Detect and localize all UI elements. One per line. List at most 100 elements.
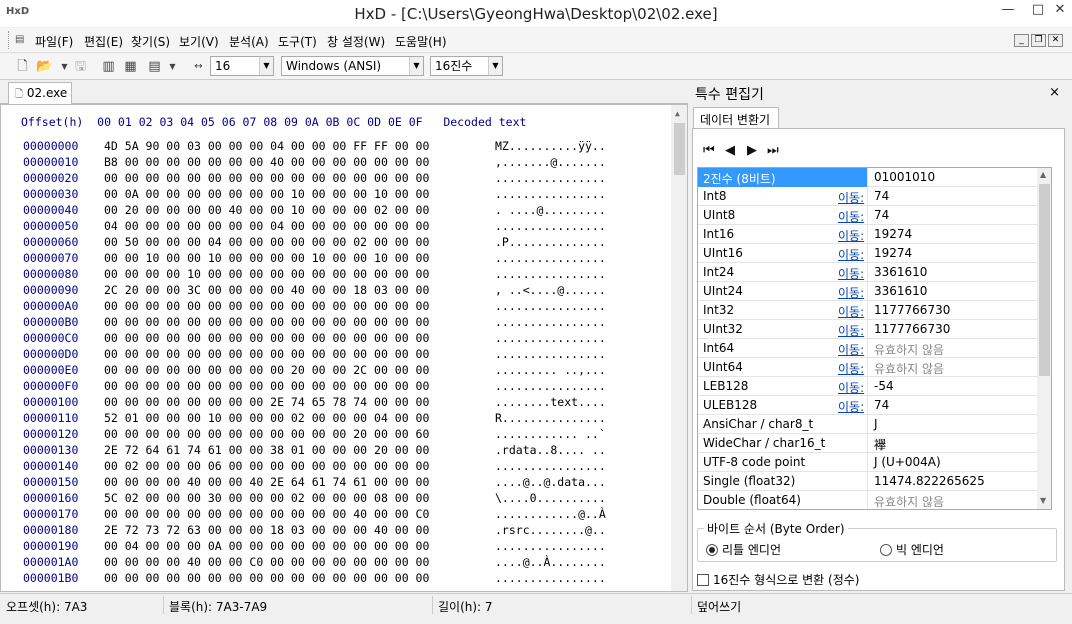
hex-bytes[interactable]: 00 00 00 00 00 00 00 00 00 20 00 00 2C 0…	[104, 363, 429, 377]
hex-bytes[interactable]: 2C 20 00 00 3C 00 00 00 00 40 00 00 18 0…	[104, 283, 429, 297]
inspector-row[interactable]: Int64 이동: 유효하지 않음	[698, 339, 1037, 358]
goto-link[interactable]: 이동:	[838, 379, 864, 396]
hex-bytes[interactable]: 00 50 00 00 00 04 00 00 00 00 00 00 02 0…	[104, 235, 429, 249]
hex-bytes[interactable]: 00 00 00 00 40 00 00 40 2E 64 61 74 61 0…	[104, 475, 429, 489]
hex-bytes[interactable]: 00 00 00 00 00 00 00 00 00 00 00 00 00 0…	[104, 299, 429, 313]
inspector-value[interactable]: 1177766730	[874, 303, 950, 317]
inspector-value[interactable]: J	[874, 417, 878, 431]
bytes-per-row-select[interactable]: 16 ▼	[210, 56, 274, 76]
goto-link[interactable]: 이동:	[838, 284, 864, 301]
hex-row[interactable]: 00000110 52 01 00 00 00 10 00 00 00 02 00…	[1, 411, 671, 427]
inspector-row[interactable]: UInt16 이동: 19274	[698, 244, 1037, 263]
hex-bytes[interactable]: 00 00 00 00 00 00 00 00 00 00 00 00 00 0…	[104, 379, 429, 393]
tab-data-inspector[interactable]: 데이터 변환기	[693, 107, 779, 129]
decoded-text[interactable]: ................	[495, 315, 606, 329]
hex-bytes[interactable]: 00 04 00 00 00 0A 00 00 00 00 00 00 00 0…	[104, 539, 429, 553]
hex-row[interactable]: 00000070 00 00 10 00 00 10 00 00 00 00 10…	[1, 251, 671, 267]
menu-edit[interactable]: 편집(E)	[84, 33, 123, 50]
inspector-value[interactable]: 19274	[874, 246, 912, 260]
inspector-row[interactable]: ULEB128 이동: 74	[698, 396, 1037, 415]
hex-bytes[interactable]: 00 20 00 00 00 00 40 00 00 10 00 00 00 0…	[104, 203, 429, 217]
hex-row[interactable]: 00000150 00 00 00 00 40 00 00 40 2E 64 61…	[1, 475, 671, 491]
hex-bytes[interactable]: 00 00 00 00 00 00 00 00 00 00 00 00 00 0…	[104, 331, 429, 345]
inspector-scrollbar[interactable]: ▲ ▼	[1037, 168, 1051, 509]
hex-row[interactable]: 00000140 00 02 00 00 00 06 00 00 00 00 00…	[1, 459, 671, 475]
hex-row[interactable]: 00000180 2E 72 73 72 63 00 00 00 18 03 00…	[1, 523, 671, 539]
mdi-close-button[interactable]: ✕	[1048, 34, 1063, 47]
decoded-text[interactable]: ................	[495, 251, 606, 265]
hex-row[interactable]: 00000010 B8 00 00 00 00 00 00 00 40 00 00…	[1, 155, 671, 171]
inspector-value[interactable]: 19274	[874, 227, 912, 241]
save-icon[interactable]: 🖫	[72, 58, 89, 75]
goto-link[interactable]: 이동:	[838, 303, 864, 320]
decoded-text[interactable]: .P..............	[495, 235, 606, 249]
hex-row[interactable]: 000000B0 00 00 00 00 00 00 00 00 00 00 00…	[1, 315, 671, 331]
goto-link[interactable]: 이동:	[838, 341, 864, 358]
hex-bytes[interactable]: 00 0A 00 00 00 00 00 00 00 10 00 00 00 1…	[104, 187, 429, 201]
minimize-button[interactable]: —	[993, 0, 1023, 21]
decoded-text[interactable]: ................	[495, 347, 606, 361]
chevron-down-icon[interactable]: ▼	[259, 57, 273, 75]
hex-row[interactable]: 000000D0 00 00 00 00 00 00 00 00 00 00 00…	[1, 347, 671, 363]
menu-grip[interactable]	[8, 31, 11, 49]
export-dropdown-icon[interactable]: ▼	[164, 58, 181, 75]
inspector-value[interactable]: 11474.822265625	[874, 474, 985, 488]
decoded-text[interactable]: ................	[495, 219, 606, 233]
inspector-value[interactable]: 유효하지 않음	[874, 341, 944, 358]
memory-icon[interactable]: ▦	[122, 58, 139, 75]
decoded-text[interactable]: ....@..@.data...	[495, 475, 606, 489]
hex-bytes[interactable]: 2E 72 73 72 63 00 00 00 18 03 00 00 00 4…	[104, 523, 429, 537]
decoded-text[interactable]: ................	[495, 171, 606, 185]
hex-row[interactable]: 00000170 00 00 00 00 00 00 00 00 00 00 00…	[1, 507, 671, 523]
decoded-text[interactable]: ................	[495, 331, 606, 345]
chevron-down-icon[interactable]: ▼	[409, 57, 423, 75]
decoded-text[interactable]: ................	[495, 379, 606, 393]
hex-bytes[interactable]: 4D 5A 90 00 03 00 00 00 04 00 00 00 FF F…	[104, 139, 429, 153]
inspector-row[interactable]: UInt8 이동: 74	[698, 206, 1037, 225]
mdi-restore-button[interactable]: ❐	[1031, 34, 1046, 47]
decoded-text[interactable]: .rdata..8.... ..	[495, 443, 606, 457]
hex-row[interactable]: 000001A0 00 00 00 00 40 00 00 C0 00 00 00…	[1, 555, 671, 571]
decoded-text[interactable]: . ....@.........	[495, 203, 606, 217]
disk-icon[interactable]: ▥	[100, 58, 117, 75]
hex-scrollbar[interactable]: ▲	[671, 105, 687, 591]
scroll-up-icon[interactable]: ▲	[675, 109, 680, 118]
decoded-text[interactable]: ................	[495, 459, 606, 473]
hex-row[interactable]: 000000E0 00 00 00 00 00 00 00 00 00 20 00…	[1, 363, 671, 379]
goto-link[interactable]: 이동:	[838, 189, 864, 206]
hex-row[interactable]: 000000F0 00 00 00 00 00 00 00 00 00 00 00…	[1, 379, 671, 395]
goto-link[interactable]: 이동:	[838, 265, 864, 282]
decoded-text[interactable]: ........text....	[495, 395, 606, 409]
inspector-row[interactable]: Double (float64) 유효하지 않음	[698, 491, 1037, 509]
hex-bytes[interactable]: 00 00 00 00 10 00 00 00 00 00 00 00 00 0…	[104, 267, 429, 281]
open-dropdown-icon[interactable]: ▼	[56, 58, 73, 75]
decoded-text[interactable]: \....0..........	[495, 491, 606, 505]
hex-bytes[interactable]: 00 00 00 00 00 00 00 00 00 00 00 00 00 0…	[104, 347, 429, 361]
mdi-minimize-button[interactable]: _	[1014, 34, 1029, 47]
hex-bytes[interactable]: 00 00 00 00 00 00 00 00 00 00 00 00 00 0…	[104, 171, 429, 185]
hex-row[interactable]: 000001B0 00 00 00 00 00 00 00 00 00 00 00…	[1, 571, 671, 587]
menu-help[interactable]: 도움말(H)	[395, 33, 447, 50]
inspector-row[interactable]: UTF-8 code point J (U+004A)	[698, 453, 1037, 472]
menu-tools[interactable]: 도구(T)	[278, 33, 317, 50]
menu-view[interactable]: 보기(V)	[179, 33, 219, 50]
inspector-value[interactable]: J (U+004A)	[874, 455, 941, 469]
decoded-text[interactable]: ................	[495, 187, 606, 201]
hex-row[interactable]: 00000080 00 00 00 00 10 00 00 00 00 00 00…	[1, 267, 671, 283]
hex-bytes[interactable]: 2E 72 64 61 74 61 00 00 38 01 00 00 00 2…	[104, 443, 429, 457]
hex-row[interactable]: 00000050 04 00 00 00 00 00 00 00 04 00 00…	[1, 219, 671, 235]
hex-row[interactable]: 00000060 00 50 00 00 00 04 00 00 00 00 00…	[1, 235, 671, 251]
inspector-row[interactable]: UInt24 이동: 3361610	[698, 282, 1037, 301]
hex-row[interactable]: 00000160 5C 02 00 00 00 30 00 00 00 02 00…	[1, 491, 671, 507]
decoded-text[interactable]: ................	[495, 571, 606, 585]
mdi-doc-icon[interactable]: ▤	[15, 34, 24, 45]
inspector-row[interactable]: LEB128 이동: -54	[698, 377, 1037, 396]
goto-link[interactable]: 이동:	[838, 208, 864, 225]
inspector-value[interactable]: 74	[874, 208, 889, 222]
hex-bytes[interactable]: B8 00 00 00 00 00 00 00 40 00 00 00 00 0…	[104, 155, 429, 169]
inspector-row[interactable]: Int8 이동: 74	[698, 187, 1037, 206]
hex-bytes[interactable]: 52 01 00 00 00 10 00 00 00 02 00 00 00 0…	[104, 411, 429, 425]
inspector-row[interactable]: UInt64 이동: 유효하지 않음	[698, 358, 1037, 377]
hex-editor[interactable]: Offset(h) 00 01 02 03 04 05 06 07 08 09 …	[0, 104, 688, 592]
inspector-row[interactable]: Int16 이동: 19274	[698, 225, 1037, 244]
